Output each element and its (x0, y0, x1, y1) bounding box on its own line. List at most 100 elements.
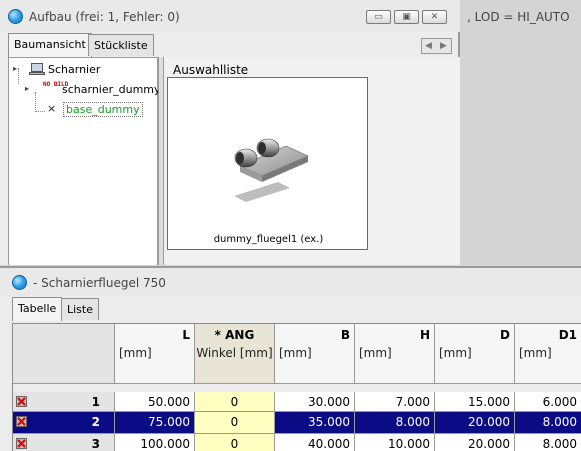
row-status-icon (16, 438, 27, 449)
column-name: D1 (558, 328, 577, 342)
column-name: H (419, 328, 430, 342)
cell-value: 35.000 (308, 415, 350, 429)
header-spacer (13, 384, 581, 392)
table-cell[interactable]: 8.000 (515, 434, 581, 451)
collapse-icon[interactable]: ▸ (25, 84, 29, 93)
cell-value: 0 (230, 437, 239, 451)
table-cell[interactable]: 6.000 (515, 392, 581, 412)
window-title: Aufbau (frei: 1, Fehler: 0) (29, 10, 180, 24)
table-cell[interactable]: 75.000 (115, 412, 195, 434)
row-number: 3 (91, 437, 100, 451)
row-number: 2 (91, 415, 100, 429)
cell-value: 6.000 (542, 395, 577, 409)
table-cell[interactable]: 40.000 (275, 434, 355, 451)
tree-node-label: base_dummy (63, 102, 143, 117)
assembly-icon (29, 63, 45, 76)
title-bar: Aufbau (frei: 1, Fehler: 0) ▭ ▣ ✕ (0, 0, 460, 32)
variant-table: L [mm] * ANG Winkel [mm] B [mm] H [mm] D… (12, 323, 581, 451)
cell-value: 7.000 (395, 395, 430, 409)
row-header[interactable]: 1 (13, 392, 115, 412)
table-cell[interactable]: 30.000 (275, 392, 355, 412)
close-button[interactable]: ✕ (422, 10, 447, 24)
tab-scroll-buttons[interactable]: ◀ ▶ (421, 38, 452, 54)
collapse-icon[interactable]: ▸ (13, 64, 17, 73)
table-cell[interactable]: 100.000 (115, 434, 195, 451)
table-cell[interactable]: 0 (195, 434, 275, 451)
column-header-d1[interactable]: D1 [mm] (515, 324, 581, 384)
column-unit: [mm] (519, 346, 552, 360)
scroll-left-icon[interactable]: ◀ (425, 41, 432, 51)
column-header-ang[interactable]: * ANG Winkel [mm] (195, 324, 275, 384)
title-bar: - Scharnierfluegel 750 (0, 268, 581, 296)
structure-window: Aufbau (frei: 1, Fehler: 0) ▭ ▣ ✕ Bauman… (0, 0, 460, 265)
scroll-right-icon[interactable]: ▶ (440, 41, 447, 51)
window-title: - Scharnierfluegel 750 (33, 276, 166, 290)
row-header[interactable]: 3 (13, 434, 115, 451)
row-status-icon (16, 416, 27, 427)
minimize-button[interactable]: ▭ (366, 10, 391, 24)
tree-connector (18, 68, 19, 84)
maximize-button[interactable]: ▣ (394, 10, 419, 24)
row-status-icon (16, 396, 27, 407)
hinge-knuckle (256, 138, 280, 158)
lod-status-text: , LOD = HI_AUTO (467, 10, 570, 24)
cell-value: 75.000 (148, 415, 190, 429)
hinge-part-thumbnail[interactable] (168, 78, 369, 228)
minimize-icon: ▭ (374, 12, 383, 22)
column-header-d[interactable]: D [mm] (435, 324, 515, 384)
cell-value: 20.000 (468, 415, 510, 429)
cell-value: 8.000 (395, 415, 430, 429)
column-unit: [mm] (359, 346, 392, 360)
app-globe-icon (8, 9, 23, 24)
cell-value: 100.000 (140, 437, 190, 451)
table-cell[interactable]: 0 (195, 412, 275, 434)
tree-connector (35, 92, 36, 112)
hinge-knuckle (234, 148, 258, 168)
tree-node-label: scharnier_dummy (62, 83, 161, 96)
row-number: 1 (91, 395, 100, 409)
table-cell[interactable]: 8.000 (515, 412, 581, 434)
column-name: L (182, 328, 190, 342)
table-row[interactable]: 1 50.000 0 30.000 7.000 15.000 6.000 (13, 392, 581, 412)
close-icon: ✕ (430, 12, 439, 22)
no-image-icon: NO BILD (43, 81, 69, 88)
column-header-l[interactable]: L [mm] (115, 324, 195, 384)
cell-value: 0 (230, 415, 239, 429)
tab-table[interactable]: Tabelle (12, 297, 63, 321)
table-cell[interactable]: 0 (195, 392, 275, 412)
table-row-selected[interactable]: 2 75.000 0 35.000 8.000 20.000 8.000 (13, 412, 581, 434)
table-cell[interactable]: 50.000 (115, 392, 195, 412)
tab-list[interactable]: Liste (61, 298, 99, 320)
table-row[interactable]: 3 100.000 0 40.000 10.000 20.000 8.000 (13, 434, 581, 451)
column-unit: [mm] (279, 346, 312, 360)
selection-list-box[interactable]: dummy_fluegel1 (ex.) (167, 77, 368, 250)
tab-parts-list[interactable]: Stückliste (88, 34, 154, 56)
table-cell[interactable]: 10.000 (355, 434, 435, 451)
table-cell[interactable]: 35.000 (275, 412, 355, 434)
column-header-b[interactable]: B [mm] (275, 324, 355, 384)
column-name: * ANG (214, 328, 255, 342)
cell-value: 10.000 (388, 437, 430, 451)
column-header-h[interactable]: H [mm] (355, 324, 435, 384)
cell-value: 40.000 (308, 437, 350, 451)
column-unit: Winkel [mm] (196, 346, 273, 360)
table-cell[interactable]: 15.000 (435, 392, 515, 412)
cell-value: 30.000 (308, 395, 350, 409)
table-cell[interactable]: 20.000 (435, 434, 515, 451)
cell-value: 50.000 (148, 395, 190, 409)
table-cell[interactable]: 8.000 (355, 412, 435, 434)
table-cell[interactable]: 20.000 (435, 412, 515, 434)
table-cell[interactable]: 7.000 (355, 392, 435, 412)
part-x-icon: × (47, 102, 57, 115)
app-globe-icon (12, 275, 27, 290)
cell-value: 15.000 (468, 395, 510, 409)
column-unit: [mm] (439, 346, 472, 360)
table-window: - Scharnierfluegel 750 Tabelle Liste L [… (0, 266, 581, 451)
cell-value: 0 (230, 395, 239, 409)
tab-tree-view[interactable]: Baumansicht (8, 33, 92, 57)
row-header[interactable]: 2 (13, 412, 115, 434)
tree-node-label: Scharnier (48, 63, 101, 76)
preview-pane: Auswahlliste dummy_fluegel1 (ex.) (164, 57, 460, 265)
table-corner-header (13, 324, 115, 384)
column-unit: [mm] (119, 346, 152, 360)
